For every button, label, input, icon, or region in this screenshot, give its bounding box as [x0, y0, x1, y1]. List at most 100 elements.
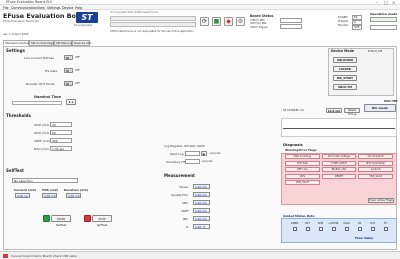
- flag-cell: OC Overlimit: [358, 154, 393, 159]
- board-line-3: VOUT toggle: [250, 24, 268, 29]
- meas-value-4: 0.00 mV: [193, 216, 210, 221]
- flag-cell: OV Under Voltage: [321, 154, 357, 159]
- status-led-row-2: [110, 22, 196, 27]
- reset-timing-button[interactable]: Reset Timing: [344, 108, 360, 116]
- bit-label: DIAG: [343, 222, 350, 225]
- clear-flags-button[interactable]: Clear Active Flags: [368, 198, 394, 203]
- device-mode-sub: EUSCO_PM: [368, 50, 383, 53]
- meas-label-1: Vpeak(Vth): [171, 193, 188, 197]
- flow-value-label: Flow Value: [355, 236, 374, 240]
- meas-value-0: 0.00 mV: [193, 184, 210, 189]
- flag-cell: VDS: [285, 173, 320, 179]
- flag-cell: Lockout: [358, 167, 393, 172]
- selftest-current-value: 0.00 uA: [15, 193, 30, 198]
- brand-subtitle: EFuse Evaluation Board GUI: [3, 20, 40, 23]
- mode-time-value[interactable]: Bin mode: [364, 104, 396, 112]
- selftest-vds-value: 0.00 mV: [42, 193, 57, 198]
- bit-led: [292, 227, 297, 231]
- menu-help[interactable]: Help: [75, 6, 83, 10]
- flag-cell: VDS_Short: [285, 180, 320, 185]
- settings-title: Settings: [6, 48, 25, 53]
- meas-label-3: VREF: [181, 209, 189, 213]
- nto-spinner[interactable]: 1.35 kΩ: [50, 146, 72, 151]
- selftest-col-current: Current (mV): [14, 188, 37, 192]
- presets-select[interactable]: 0: [352, 20, 362, 25]
- sampling-unit: seconds: [202, 160, 213, 163]
- mode-display-2: [370, 25, 397, 30]
- start-log-button[interactable]: ▶: [201, 151, 207, 156]
- biz-story-button[interactable]: BIZ_STORY: [333, 75, 357, 81]
- menu-view[interactable]: View: [37, 6, 45, 10]
- iout-field: [280, 24, 302, 29]
- copyright-text: (C) Copyright 2021 STMicroelectronics: [110, 11, 159, 14]
- logo-tagline: life.augmented: [74, 24, 93, 27]
- eusen-select[interactable]: E2: [352, 15, 362, 20]
- bit-label: GSBN: [290, 222, 299, 225]
- hs-gate-toggle[interactable]: [64, 68, 73, 73]
- mode-labels: EUSEN Presets Monitor: [338, 15, 349, 27]
- stop-selftest-button[interactable]: STOP SelfTest: [92, 215, 112, 227]
- sampling-input[interactable]: [185, 159, 200, 164]
- start-log-unit: seconds: [210, 152, 221, 155]
- low-current-state: OFF: [75, 56, 81, 59]
- save-icon[interactable]: ■: [212, 17, 221, 26]
- flag-cell: VDS_Short: [358, 173, 393, 179]
- disclaimer-text: STMicroelectronics is not responsible fo…: [110, 30, 194, 33]
- monitor-select[interactable]: Soft: [352, 25, 362, 30]
- meas-value-5: 0.00 °C: [193, 224, 210, 229]
- st-logo: ST: [76, 12, 98, 23]
- connect-icon[interactable]: ◆: [224, 17, 233, 26]
- flag-cell: VDS FAIL: [285, 160, 320, 166]
- status-text: Connect board (Demo Board) Check USB cab…: [11, 254, 77, 258]
- measurement-title: Measurement: [164, 173, 195, 178]
- status-bits-leds: [288, 227, 392, 231]
- hs-gate-state: OFF: [75, 69, 81, 72]
- nto-label: NTO (mV): [34, 147, 49, 151]
- bit-led: [331, 227, 336, 231]
- flag-cell: RESET: [321, 173, 357, 179]
- bit-led: [370, 227, 375, 231]
- meas-value-1: 0.00 mV: [193, 192, 210, 197]
- mode-time-label: MOD TIME: [384, 100, 398, 103]
- diagnosis-title: Diagnosis: [283, 143, 303, 147]
- status-bar: Connect board (Demo Board) Check USB cab…: [0, 251, 400, 259]
- start-selftest-icon[interactable]: [43, 215, 50, 222]
- selftest-select[interactable]: No selection: [12, 178, 78, 183]
- menu-communication[interactable]: Communication: [11, 6, 37, 10]
- menu-device[interactable]: Device: [62, 6, 73, 10]
- start-selftest-button[interactable]: START SelfTest: [51, 215, 71, 227]
- iocp-spinner[interactable]: 60: [50, 130, 72, 135]
- nominal-time-slider[interactable]: [12, 101, 62, 105]
- stop-selftest-icon[interactable]: [84, 215, 91, 222]
- refresh-icon[interactable]: ⟳: [200, 17, 209, 26]
- vref-label: VREF (mV): [34, 139, 51, 143]
- settings-icon[interactable]: ⚙: [236, 17, 245, 26]
- bit-label: FS: [384, 222, 387, 225]
- locked-button[interactable]: LOCKED: [333, 66, 357, 72]
- mode-display-1: [370, 17, 397, 22]
- version-label: ver. 1.0 April 2021: [3, 32, 29, 36]
- window-title: EFuse Evaluation Board GUI: [6, 0, 52, 4]
- bit-led: [357, 227, 362, 231]
- standby-label: SP STANDBY mA: [283, 109, 305, 112]
- unlocked-button[interactable]: UNLOCKED: [333, 57, 357, 63]
- bit-label: OUT: [369, 222, 376, 225]
- low-current-toggle[interactable]: [64, 55, 73, 60]
- broader-out-toggle[interactable]: [64, 81, 73, 86]
- vin-field: [280, 18, 302, 23]
- bit-label: SPIE: [317, 222, 324, 225]
- global-status-title: Global Status Byte: [283, 214, 315, 218]
- diagnosis-sub: Warning/Error Flags: [285, 148, 317, 152]
- iove-spinner[interactable]: 20: [50, 122, 72, 127]
- flag-cell: OFF Line: [285, 167, 320, 172]
- flag-cell: BinPwr_Out: [321, 167, 357, 172]
- mode-title: Operation mode: [370, 12, 398, 16]
- snco-pm-button[interactable]: SNCO PM: [333, 84, 357, 90]
- selftest-title: SelfTest: [6, 168, 24, 173]
- menu-file[interactable]: File: [3, 6, 9, 10]
- start-log-input[interactable]: [185, 151, 200, 156]
- vref-spinner[interactable]: 300: [50, 138, 72, 143]
- power-chart-line: [283, 128, 395, 129]
- menu-settings[interactable]: Settings: [47, 6, 61, 10]
- nominal-time-value[interactable]: 1 s: [66, 99, 76, 105]
